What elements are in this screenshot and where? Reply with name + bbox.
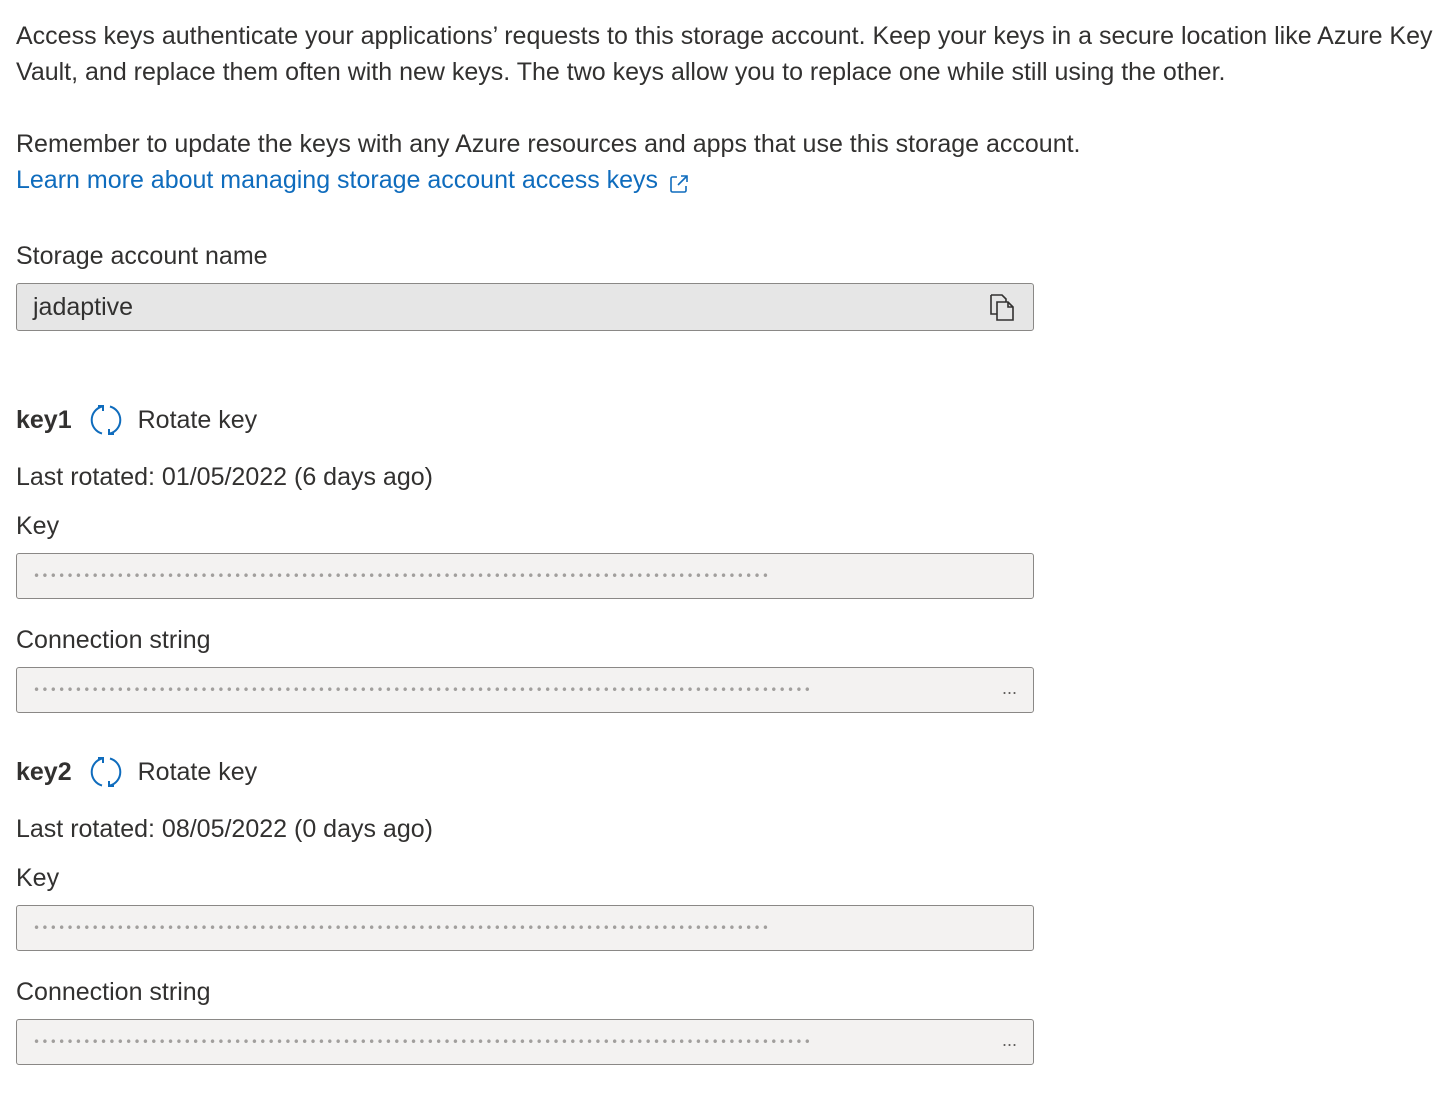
storage-account-value: jadaptive — [33, 292, 134, 321]
storage-account-label: Storage account name — [16, 242, 268, 270]
key2-conn-label: Connection string — [16, 978, 211, 1006]
learn-more-link[interactable]: Learn more about managing storage accoun… — [16, 162, 690, 198]
key1-conn-value: ••••••••••••••••••••••••••••••••••••••••… — [33, 683, 813, 697]
key1-rotate-button[interactable]: Rotate key — [88, 402, 258, 438]
external-link-icon — [668, 169, 690, 193]
remember-text: Remember to update the keys with any Azu… — [16, 130, 1081, 158]
key2-last-rotated: Last rotated: 08/05/2022 (0 days ago) — [16, 815, 433, 843]
key1-key-value: ••••••••••••••••••••••••••••••••••••••••… — [33, 569, 771, 583]
storage-account-field[interactable]: jadaptive — [16, 283, 1034, 331]
rotate-icon — [88, 754, 124, 790]
key2-conn-ellipsis: ... — [1001, 1030, 1017, 1050]
key1-conn-label: Connection string — [16, 626, 211, 654]
key2-title: key2 — [16, 757, 72, 786]
rotate-icon — [88, 402, 124, 438]
key2-key-label: Key — [16, 864, 60, 892]
key2-key-value: ••••••••••••••••••••••••••••••••••••••••… — [33, 921, 771, 935]
key1-conn-field[interactable]: ••••••••••••••••••••••••••••••••••••••••… — [16, 667, 1034, 713]
key2-conn-field[interactable]: ••••••••••••••••••••••••••••••••••••••••… — [16, 1019, 1034, 1065]
key2-header: key2 Rotate key — [16, 752, 257, 792]
key2-key-field[interactable]: ••••••••••••••••••••••••••••••••••••••••… — [16, 905, 1034, 951]
key1-conn-ellipsis: ... — [1001, 678, 1017, 698]
key2-rotate-label: Rotate key — [137, 757, 258, 786]
key1-last-rotated: Last rotated: 01/05/2022 (6 days ago) — [16, 463, 433, 491]
key1-header: key1 Rotate key — [16, 400, 257, 440]
key1-key-field[interactable]: ••••••••••••••••••••••••••••••••••••••••… — [16, 553, 1034, 599]
key1-title: key1 — [16, 405, 72, 434]
key1-rotate-label: Rotate key — [137, 405, 258, 434]
intro-text: Access keys authenticate your applicatio… — [16, 22, 1433, 86]
learn-more-label: Learn more about managing storage accoun… — [16, 166, 659, 194]
key2-conn-value: ••••••••••••••••••••••••••••••••••••••••… — [33, 1035, 813, 1049]
key2-rotate-button[interactable]: Rotate key — [88, 754, 258, 790]
copy-button[interactable] — [987, 291, 1017, 323]
key1-key-label: Key — [16, 512, 60, 540]
copy-icon — [990, 294, 1014, 321]
